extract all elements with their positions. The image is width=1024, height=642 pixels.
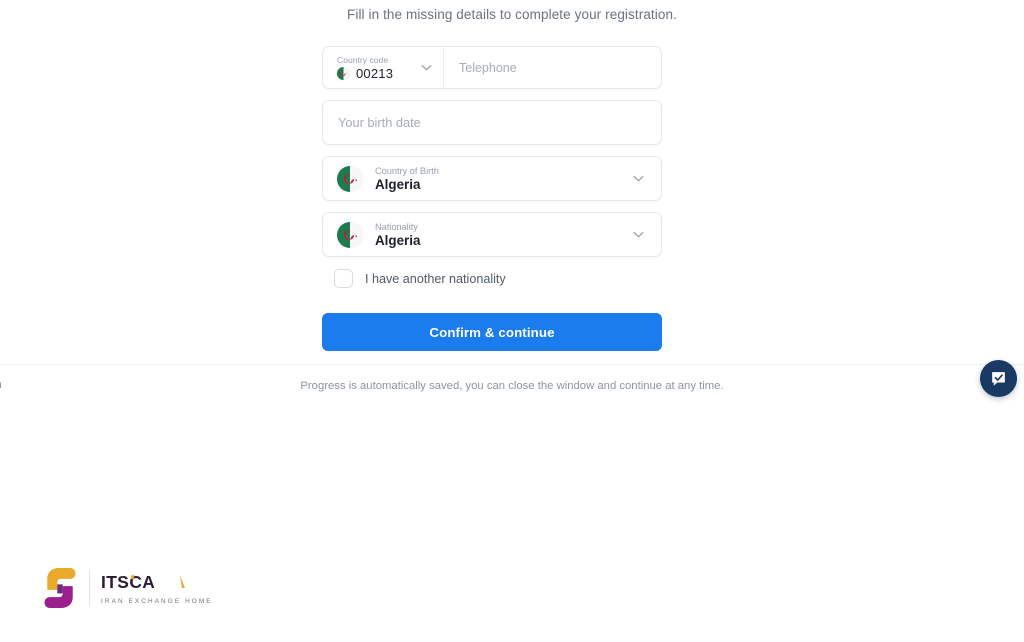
telephone-field-group: Country code 00213 Telephone: [322, 46, 662, 89]
country-code-select[interactable]: Country code 00213: [323, 47, 444, 88]
country-code-label: Country code: [337, 54, 389, 65]
svg-text:ITSCA: ITSCA: [101, 572, 155, 592]
registration-panel: Fill in the missing details to complete …: [0, 0, 1024, 364]
verified-chat-check-icon[interactable]: [980, 360, 1017, 397]
footer-bar: glish Progress is automatically saved, y…: [0, 364, 1024, 407]
country-code-value: 00213: [356, 65, 394, 81]
birth-date-placeholder: Your birth date: [338, 115, 421, 130]
itsca-logo-icon: [40, 564, 80, 612]
birth-date-input[interactable]: Your birth date: [322, 100, 662, 145]
another-nationality-checkbox[interactable]: [334, 269, 353, 288]
chevron-down-icon: [630, 170, 647, 187]
confirm-continue-button[interactable]: Confirm & continue: [322, 313, 662, 351]
chevron-down-icon: [630, 226, 647, 243]
progress-saved-note: Progress is automatically saved, you can…: [300, 380, 724, 392]
chevron-down-icon: [418, 59, 435, 76]
country-of-birth-select[interactable]: Country of Birth Algeria: [322, 156, 662, 201]
brand-tagline: IRAN EXCHANGE HOME: [101, 597, 213, 605]
brand-logo[interactable]: ITSCA IRAN EXCHANGE HOME: [40, 562, 213, 614]
telephone-placeholder: Telephone: [459, 60, 517, 75]
algeria-flag-icon: [337, 221, 363, 248]
algeria-flag-icon: [337, 165, 363, 192]
country-of-birth-value: Algeria: [375, 176, 421, 192]
nationality-value: Algeria: [375, 232, 421, 248]
nationality-label: Nationality: [375, 221, 418, 232]
another-nationality-label: I have another nationality: [365, 271, 506, 286]
nationality-select[interactable]: Nationality Algeria: [322, 212, 662, 257]
registration-form: Country code 00213 Telephone Your birth …: [322, 46, 662, 351]
telephone-input[interactable]: Telephone: [444, 47, 661, 88]
another-nationality-row[interactable]: I have another nationality: [322, 269, 662, 288]
brand-wordmark: ITSCA: [101, 571, 213, 594]
country-of-birth-label: Country of Birth: [375, 165, 439, 176]
algeria-flag-icon: [337, 67, 350, 80]
page-title: Fill in the missing details to complete …: [347, 7, 677, 22]
brand-divider: [89, 569, 90, 607]
